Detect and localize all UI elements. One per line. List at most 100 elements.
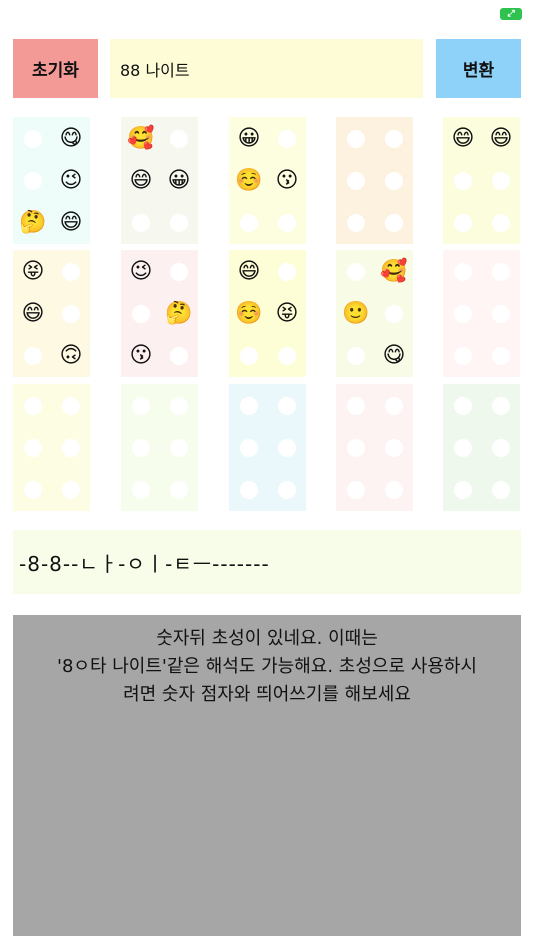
braille-dot-emoji[interactable]: ☺️	[235, 167, 263, 195]
braille-cell[interactable]	[336, 117, 413, 244]
braille-dot-emoji[interactable]: 🤔	[19, 209, 47, 237]
braille-cell[interactable]	[121, 384, 198, 511]
braille-dot-emoji[interactable]: 😄	[19, 300, 47, 328]
braille-cell[interactable]	[443, 384, 520, 511]
braille-dot-emoji[interactable]: 😉	[57, 167, 85, 195]
braille-dot[interactable]	[62, 263, 80, 281]
braille-dot[interactable]	[278, 397, 296, 415]
braille-cell[interactable]: 😉 🤔 😗	[121, 250, 198, 377]
braille-dot-emoji[interactable]: 😄	[487, 125, 515, 153]
braille-dot-emoji[interactable]: 🤔	[165, 300, 193, 328]
braille-dot[interactable]	[454, 347, 472, 365]
braille-dot[interactable]	[385, 439, 403, 457]
braille-dot[interactable]	[24, 481, 42, 499]
braille-dot[interactable]	[454, 397, 472, 415]
braille-dot[interactable]	[62, 305, 80, 323]
braille-dot[interactable]	[170, 347, 188, 365]
braille-dot[interactable]	[170, 397, 188, 415]
braille-dot[interactable]	[170, 130, 188, 148]
braille-cell[interactable]: 😄 😄	[443, 117, 520, 244]
braille-dot[interactable]	[454, 305, 472, 323]
braille-dot-emoji[interactable]: 😀	[235, 125, 263, 153]
braille-cell[interactable]	[13, 384, 90, 511]
braille-dot-emoji[interactable]: 😝	[273, 300, 301, 328]
braille-dot-emoji[interactable]: 😄	[127, 167, 155, 195]
braille-dot[interactable]	[492, 214, 510, 232]
braille-dot[interactable]	[24, 397, 42, 415]
braille-dot[interactable]	[347, 397, 365, 415]
braille-dot[interactable]	[454, 214, 472, 232]
braille-dot[interactable]	[492, 347, 510, 365]
braille-dot[interactable]	[347, 214, 365, 232]
braille-dot[interactable]	[24, 172, 42, 190]
braille-dot[interactable]	[62, 397, 80, 415]
braille-dot-emoji[interactable]: 🙂	[342, 300, 370, 328]
braille-dot[interactable]	[24, 439, 42, 457]
braille-dot[interactable]	[278, 130, 296, 148]
braille-dot[interactable]	[240, 481, 258, 499]
braille-dot-emoji[interactable]: ☺️	[235, 300, 263, 328]
braille-dot[interactable]	[62, 481, 80, 499]
braille-dot-emoji[interactable]: 😋	[57, 125, 85, 153]
braille-dot[interactable]	[170, 439, 188, 457]
braille-dot[interactable]	[278, 347, 296, 365]
braille-dot[interactable]	[132, 305, 150, 323]
braille-dot[interactable]	[492, 397, 510, 415]
braille-dot-emoji[interactable]: 😗	[273, 167, 301, 195]
braille-dot[interactable]	[278, 439, 296, 457]
braille-dot[interactable]	[132, 397, 150, 415]
braille-dot[interactable]	[347, 481, 365, 499]
braille-dot[interactable]	[240, 347, 258, 365]
braille-dot-emoji[interactable]: 😗	[127, 342, 155, 370]
braille-cell[interactable]: 😀 ☺️ 😗	[229, 117, 306, 244]
braille-dot-emoji[interactable]: 😄	[57, 209, 85, 237]
braille-dot[interactable]	[385, 214, 403, 232]
braille-dot[interactable]	[347, 172, 365, 190]
braille-dot-emoji[interactable]: 😄	[449, 125, 477, 153]
reset-button[interactable]: 초기화	[13, 39, 98, 98]
braille-cell[interactable]	[336, 384, 413, 511]
braille-dot[interactable]	[454, 439, 472, 457]
braille-dot[interactable]	[62, 439, 80, 457]
braille-dot[interactable]	[278, 263, 296, 281]
braille-dot-emoji[interactable]: 😋	[380, 342, 408, 370]
text-input[interactable]: 88 나이트	[110, 39, 423, 98]
braille-dot-emoji[interactable]: 🙃	[57, 342, 85, 370]
braille-dot[interactable]	[278, 214, 296, 232]
braille-dot-emoji[interactable]: 😝	[19, 258, 47, 286]
braille-dot[interactable]	[240, 397, 258, 415]
braille-dot[interactable]	[347, 263, 365, 281]
braille-dot[interactable]	[385, 397, 403, 415]
braille-cell[interactable]: 🥰 😄 😀	[121, 117, 198, 244]
braille-dot[interactable]	[385, 305, 403, 323]
braille-dot[interactable]	[385, 130, 403, 148]
braille-cell[interactable]: 😋 😉 🤔 😄	[13, 117, 90, 244]
braille-dot-emoji[interactable]: 😀	[165, 167, 193, 195]
braille-dot[interactable]	[132, 439, 150, 457]
braille-dot[interactable]	[492, 481, 510, 499]
braille-dot[interactable]	[170, 481, 188, 499]
braille-dot[interactable]	[278, 481, 296, 499]
braille-dot[interactable]	[347, 439, 365, 457]
braille-dot-emoji[interactable]: 🥰	[127, 125, 155, 153]
braille-dot[interactable]	[240, 439, 258, 457]
fullscreen-toggle-icon[interactable]: ⤢	[500, 8, 522, 20]
braille-dot-emoji[interactable]: 😄	[235, 258, 263, 286]
braille-dot[interactable]	[454, 481, 472, 499]
braille-dot[interactable]	[24, 347, 42, 365]
braille-dot[interactable]	[240, 214, 258, 232]
braille-dot[interactable]	[132, 214, 150, 232]
braille-dot[interactable]	[492, 439, 510, 457]
braille-dot-emoji[interactable]: 😉	[127, 258, 155, 286]
braille-dot[interactable]	[492, 172, 510, 190]
braille-dot[interactable]	[454, 172, 472, 190]
braille-dot[interactable]	[454, 263, 472, 281]
braille-dot[interactable]	[24, 130, 42, 148]
braille-dot[interactable]	[385, 481, 403, 499]
braille-cell[interactable]	[229, 384, 306, 511]
braille-cell[interactable]: 😄 ☺️ 😝	[229, 250, 306, 377]
braille-dot[interactable]	[347, 130, 365, 148]
braille-cell[interactable]: 😝 😄 🙃	[13, 250, 90, 377]
braille-dot-emoji[interactable]: 🥰	[380, 258, 408, 286]
convert-button[interactable]: 변환	[436, 39, 521, 98]
